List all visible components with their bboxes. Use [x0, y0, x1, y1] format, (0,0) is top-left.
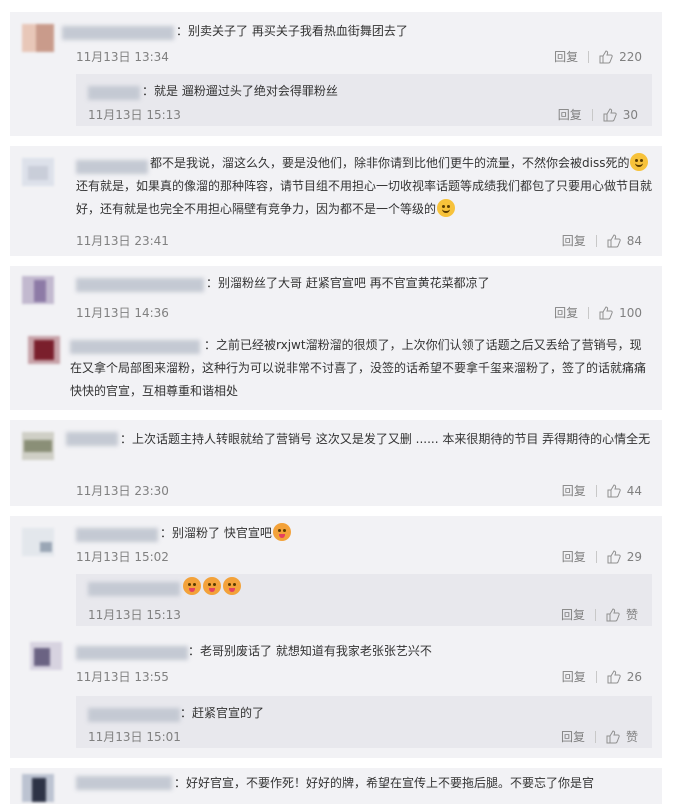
- username[interactable]: [76, 528, 158, 542]
- reply-emojis: [182, 576, 242, 599]
- reply-button[interactable]: 回复: [554, 304, 578, 321]
- tongue-emoji-icon: [203, 577, 221, 595]
- comment-text: ：别卖关子了 再买关子我看热血街舞团去了: [176, 24, 408, 38]
- comment-actions: 回复 26: [562, 668, 642, 685]
- avatar[interactable]: [22, 158, 54, 186]
- like-count[interactable]: 220: [619, 50, 642, 64]
- comment-actions: 回复 44: [562, 482, 642, 499]
- divider: [594, 730, 596, 743]
- comment-time: 11月13日 14:36: [76, 306, 169, 320]
- reply-actions: 回复 30: [558, 106, 638, 123]
- username[interactable]: [76, 646, 188, 660]
- reply-button[interactable]: 回复: [562, 548, 586, 565]
- reply-button[interactable]: 回复: [558, 106, 582, 123]
- avatar[interactable]: [22, 276, 54, 304]
- thumb-up-icon[interactable]: [607, 669, 621, 684]
- reply-button[interactable]: 回复: [562, 668, 586, 685]
- reply-button[interactable]: 回复: [554, 48, 578, 65]
- username[interactable]: [88, 582, 180, 596]
- like-count[interactable]: 赞: [626, 606, 638, 623]
- username[interactable]: [62, 26, 174, 40]
- tongue-emoji-icon: [272, 523, 291, 541]
- comment-text: ：别溜粉丝了大哥 赶紧官宣吧 再不官宣黄花菜都凉了: [206, 276, 490, 290]
- comment-time: 11月13日 13:34: [76, 50, 169, 64]
- thumb-up-icon[interactable]: [607, 483, 621, 498]
- like-count[interactable]: 29: [627, 550, 642, 564]
- thumb-up-icon[interactable]: [607, 233, 621, 248]
- like-count[interactable]: 44: [627, 484, 642, 498]
- divider: [595, 550, 597, 563]
- comment-text: ：别溜粉了 快官宣吧: [160, 522, 292, 545]
- reply-actions: 回复 赞: [561, 606, 638, 623]
- like-count[interactable]: 30: [623, 108, 638, 122]
- thumb-up-icon[interactable]: [606, 607, 620, 622]
- avatar[interactable]: [22, 24, 54, 52]
- like-count[interactable]: 26: [627, 670, 642, 684]
- like-count[interactable]: 100: [619, 306, 642, 320]
- avatar[interactable]: [28, 336, 60, 364]
- thumb-up-icon[interactable]: [606, 729, 620, 744]
- like-count[interactable]: 赞: [626, 728, 638, 745]
- comment-time: 11月13日 23:30: [76, 484, 169, 498]
- tongue-emoji-icon: [223, 577, 241, 595]
- username[interactable]: [88, 708, 180, 722]
- avatar[interactable]: [30, 642, 62, 670]
- comment-actions: 回复 84: [562, 232, 642, 249]
- divider: [595, 234, 597, 247]
- reply-button[interactable]: 回复: [562, 482, 586, 499]
- smile-emoji-icon: [437, 199, 456, 217]
- username[interactable]: [76, 776, 172, 790]
- comment-text: ：上次话题主持人转眼就给了营销号 这次又是发了又删 ...... 本来很期待的节…: [120, 432, 651, 446]
- comment-actions: 回复 100: [554, 304, 642, 321]
- comment-card: ：别溜粉丝了大哥 赶紧官宣吧 再不官宣黄花菜都凉了 11月13日 14:36 回…: [10, 266, 662, 410]
- comment-text: ：老哥别废话了 就想知道有我家老张张艺兴不: [188, 644, 432, 658]
- avatar[interactable]: [22, 774, 54, 802]
- reply-button[interactable]: 回复: [561, 606, 585, 623]
- reply-card: ：就是 遛粉遛过头了绝对会得罪粉丝 11月13日 15:13 回复 30: [76, 74, 652, 126]
- thumb-up-icon[interactable]: [599, 305, 613, 320]
- divider: [594, 608, 596, 621]
- comment-card: ：好好官宣，不要作死！好好的牌，希望在宣传上不要拖后腿。不要忘了你是官: [10, 768, 662, 804]
- tongue-emoji-icon: [183, 577, 201, 595]
- reply-time: 11月13日 15:13: [88, 108, 181, 122]
- comment-text: ：好好官宣，不要作死！好好的牌，希望在宣传上不要拖后腿。不要忘了你是官: [174, 776, 595, 790]
- comment-card: 都不是我说，溜这么久，要是没他们，除非你请到比他们更牛的流量，不然你会被diss…: [10, 146, 662, 256]
- reply-time: 11月13日 15:13: [88, 608, 181, 622]
- username[interactable]: [88, 86, 140, 100]
- thumb-up-icon[interactable]: [603, 107, 617, 122]
- reply-button[interactable]: 回复: [562, 232, 586, 249]
- reply-text: ：赶紧官宣的了: [180, 706, 265, 720]
- divider: [588, 50, 590, 63]
- avatar[interactable]: [22, 432, 54, 460]
- reply-button[interactable]: 回复: [561, 728, 585, 745]
- comment-card: ：别溜粉了 快官宣吧 11月13日 15:02 回复 29 11月13日 15:…: [10, 516, 662, 758]
- divider: [595, 670, 597, 683]
- like-count[interactable]: 84: [627, 234, 642, 248]
- reply-card: 11月13日 15:13 回复 赞: [76, 574, 652, 626]
- divider: [595, 484, 597, 497]
- thumb-up-icon[interactable]: [607, 549, 621, 564]
- thumb-up-icon[interactable]: [599, 49, 613, 64]
- reply-card: ：赶紧官宣的了 11月13日 15:01 回复 赞: [76, 696, 652, 748]
- reply-actions: 回复 赞: [561, 728, 638, 745]
- divider: [588, 306, 590, 319]
- comment-time: 11月13日 15:02: [76, 550, 169, 564]
- reply-time: 11月13日 15:01: [88, 730, 181, 744]
- comment-page: { "comments": [ { "text": "：别卖关子了 再买关子我看…: [0, 0, 673, 804]
- reply-text: ：就是 遛粉遛过头了绝对会得罪粉丝: [142, 84, 338, 98]
- comment-time: 11月13日 23:41: [76, 234, 169, 248]
- avatar[interactable]: [22, 528, 54, 556]
- comment-time: 11月13日 13:55: [76, 670, 169, 684]
- username[interactable]: [76, 278, 204, 292]
- comment-actions: 回复 220: [554, 48, 642, 65]
- reply-text: ：之前已经被rxjwt溜粉溜的很烦了，上次你们认领了话题之后又丢给了营销号，现在…: [70, 338, 647, 398]
- comment-card: ：上次话题主持人转眼就给了营销号 这次又是发了又删 ...... 本来很期待的节…: [10, 420, 662, 506]
- comment-card: ：别卖关子了 再买关子我看热血街舞团去了 11月13日 13:34 回复 220…: [10, 12, 662, 136]
- divider: [591, 108, 593, 121]
- smile-emoji-icon: [630, 153, 649, 171]
- comment-text: 都不是我说，溜这么久，要是没他们，除非你请到比他们更牛的流量，不然你会被diss…: [76, 152, 652, 221]
- comment-actions: 回复 29: [562, 548, 642, 565]
